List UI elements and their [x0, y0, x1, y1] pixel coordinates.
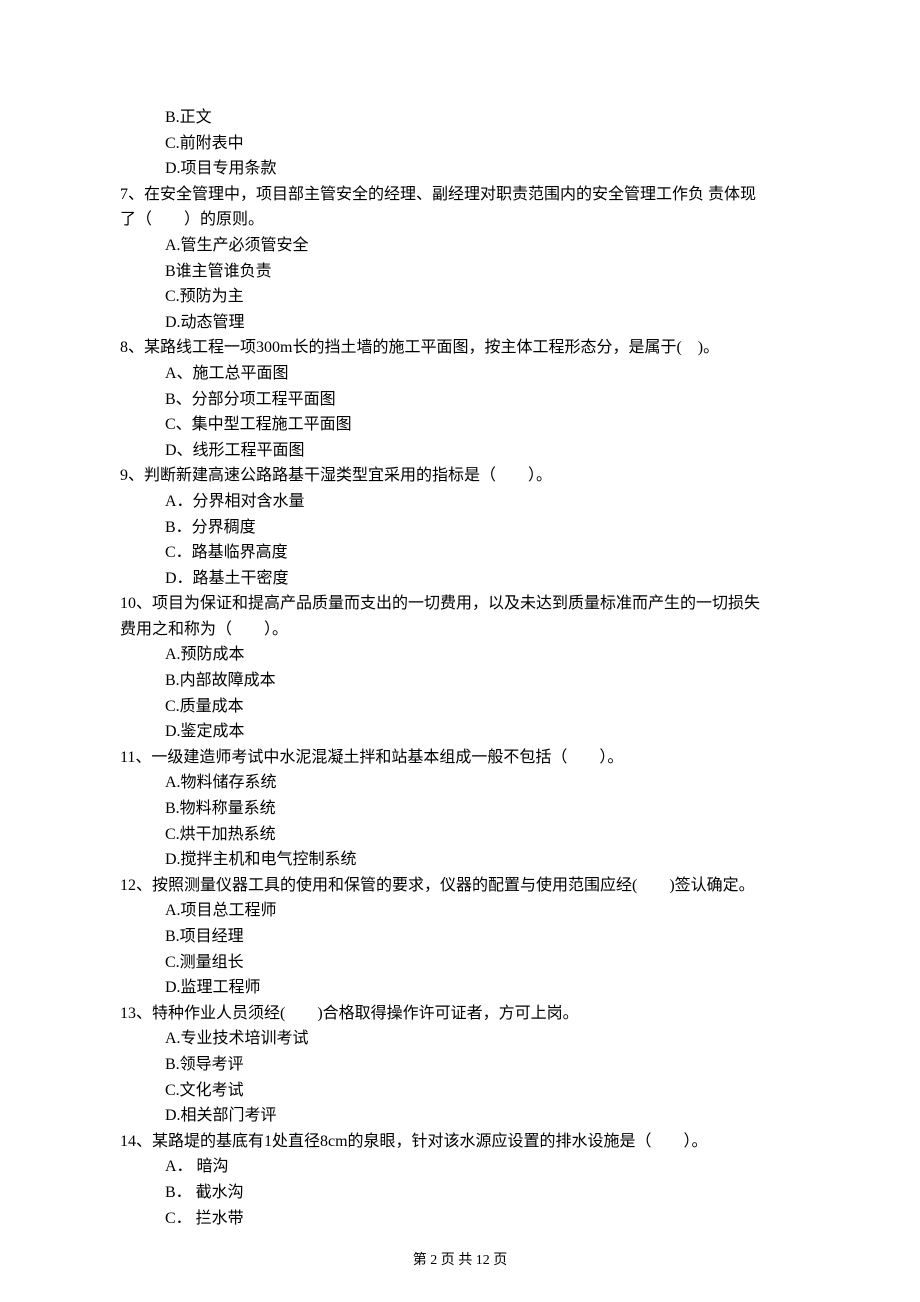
option-d: D.监理工程师 [120, 975, 800, 1001]
question-stem: 费用之和称为（ ）。 [120, 617, 800, 643]
question-stem: 9、判断新建高速公路路基干湿类型宜采用的指标是（ ）。 [120, 463, 800, 489]
option-a: A.预防成本 [120, 642, 800, 668]
option-c: C.烘干加热系统 [120, 822, 800, 848]
question-stem: 10、项目为保证和提高产品质量而支出的一切费用，以及未达到质量标准而产生的一切损… [120, 591, 800, 617]
option-d: D.鉴定成本 [120, 719, 800, 745]
option-a: A.管生产必须管安全 [120, 233, 800, 259]
option-b: B.物料称量系统 [120, 796, 800, 822]
option-c: C.预防为主 [120, 284, 800, 310]
option-a: A、施工总平面图 [120, 361, 800, 387]
option-a: A.项目总工程师 [120, 898, 800, 924]
option-c: C.测量组长 [120, 950, 800, 976]
question-stem: 14、某路堤的基底有1处直径8cm的泉眼，针对该水源应设置的排水设施是（ ）。 [120, 1129, 800, 1155]
question-stem: 7、在安全管理中，项目部主管安全的经理、副经理对职责范围内的安全管理工作负 责体… [120, 182, 800, 208]
question-stem: 13、特种作业人员须经( )合格取得操作许可证者，方可上岗。 [120, 1001, 800, 1027]
page-footer: 第 2 页 共 12 页 [0, 1250, 920, 1272]
option-c: C． 拦水带 [120, 1206, 800, 1232]
option-b: B.项目经理 [120, 924, 800, 950]
option-a: A.物料储存系统 [120, 770, 800, 796]
option-c: C.文化考试 [120, 1078, 800, 1104]
option-c: C．路基临界高度 [120, 540, 800, 566]
option-a: A．分界相对含水量 [120, 489, 800, 515]
option-c: C、集中型工程施工平面图 [120, 412, 800, 438]
option-c: C.前附表中 [120, 131, 800, 157]
option-c: C.质量成本 [120, 694, 800, 720]
option-a: A． 暗沟 [120, 1154, 800, 1180]
option-d: D.相关部门考评 [120, 1103, 800, 1129]
option-b: B．分界稠度 [120, 515, 800, 541]
option-b: B谁主管谁负责 [120, 259, 800, 285]
question-stem: 12、按照测量仪器工具的使用和保管的要求，仪器的配置与使用范围应经( )签认确定… [120, 873, 800, 899]
question-stem: 11、一级建造师考试中水泥混凝土拌和站基本组成一般不包括（ ）。 [120, 745, 800, 771]
option-b: B.正文 [120, 105, 800, 131]
option-d: D.搅拌主机和电气控制系统 [120, 847, 800, 873]
question-stem: 8、某路线工程一项300m长的挡土墙的施工平面图，按主体工程形态分，是属于( )… [120, 335, 800, 361]
option-d: D.项目专用条款 [120, 156, 800, 182]
option-d: D.动态管理 [120, 310, 800, 336]
option-b: B.领导考评 [120, 1052, 800, 1078]
option-a: A.专业技术培训考试 [120, 1026, 800, 1052]
option-d: D、线形工程平面图 [120, 438, 800, 464]
option-b: B、分部分项工程平面图 [120, 387, 800, 413]
option-d: D．路基土干密度 [120, 566, 800, 592]
option-b: B.内部故障成本 [120, 668, 800, 694]
question-stem: 了（ ）的原则。 [120, 207, 800, 233]
option-b: B． 截水沟 [120, 1180, 800, 1206]
document-page: B.正文 C.前附表中 D.项目专用条款 7、在安全管理中，项目部主管安全的经理… [0, 0, 920, 1302]
